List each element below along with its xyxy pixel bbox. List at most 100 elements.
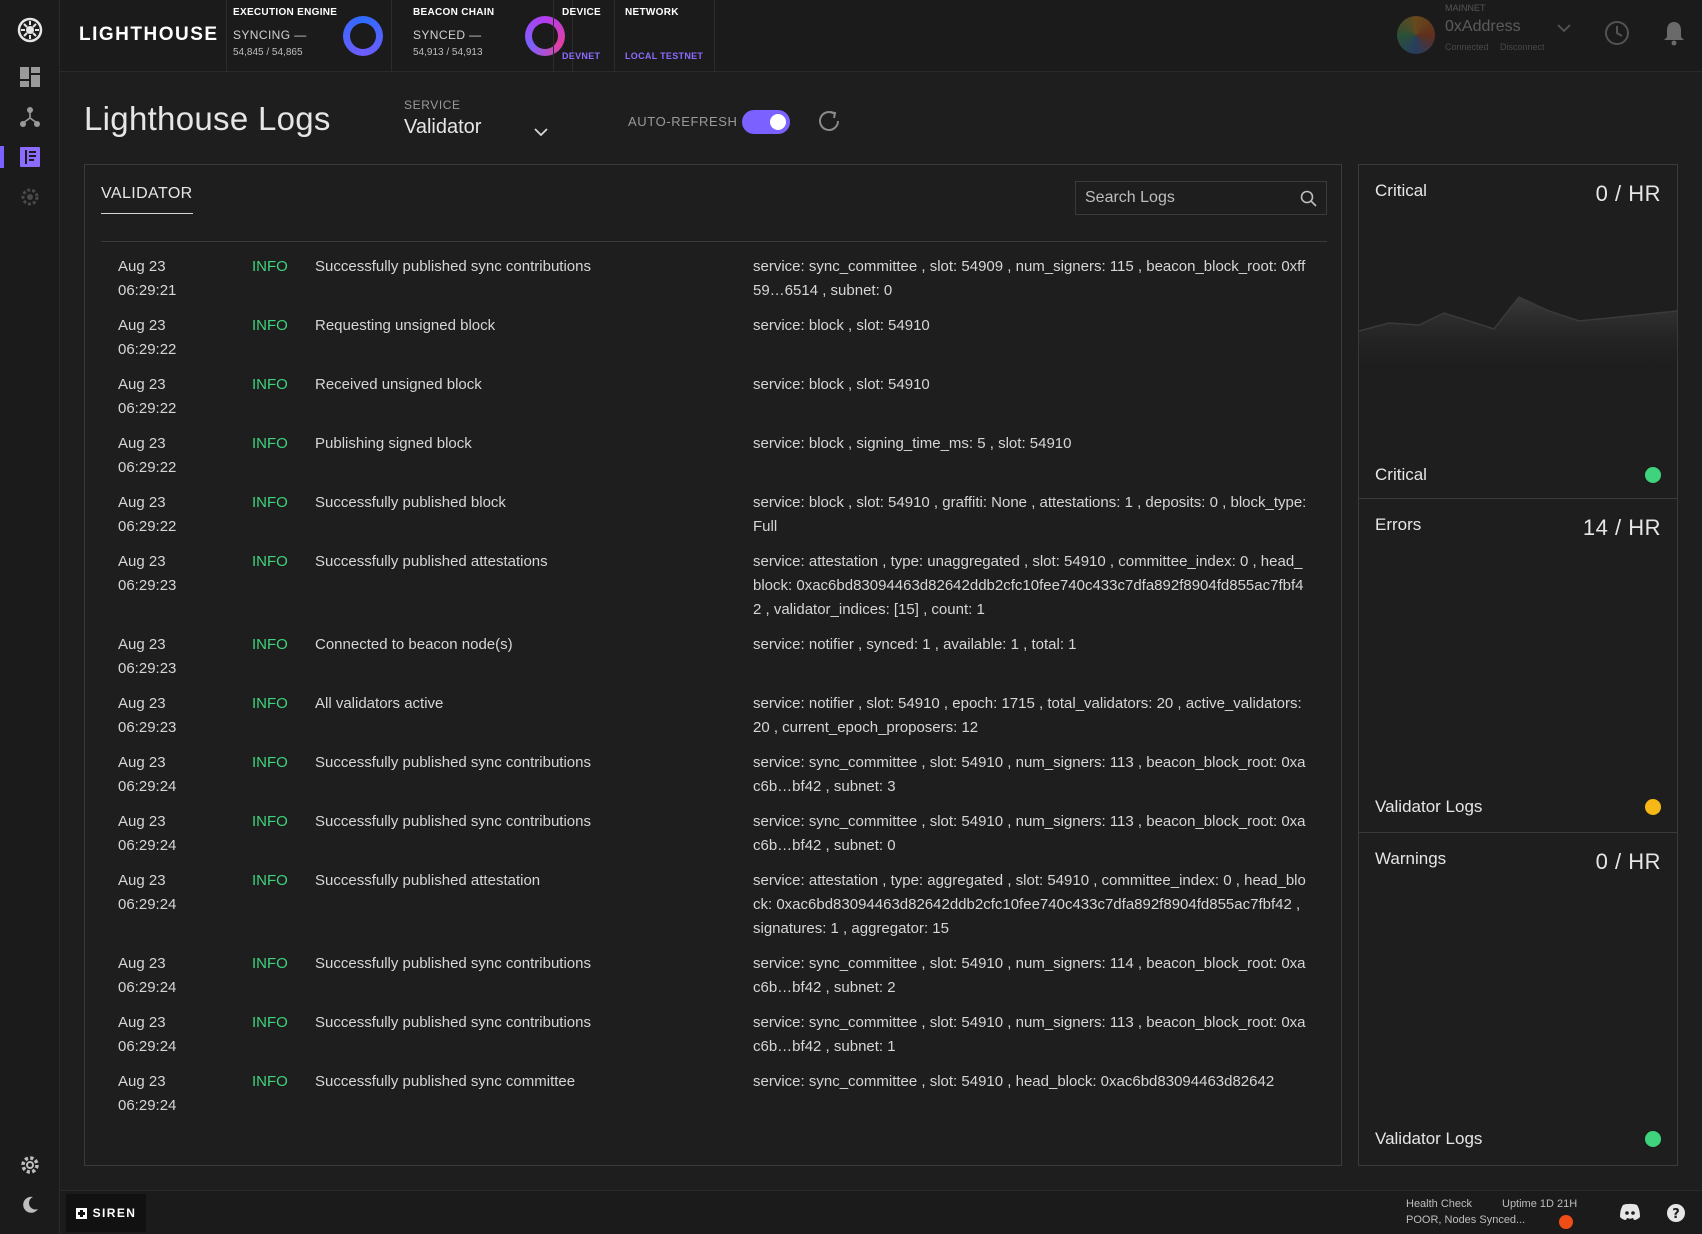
discord-icon[interactable] bbox=[1619, 1203, 1641, 1226]
auto-refresh-toggle[interactable] bbox=[742, 110, 790, 134]
device-title: DEVICE bbox=[562, 7, 602, 18]
log-row[interactable]: Aug 23 06:29:24 INFO Successfully published… bbox=[85, 869, 1341, 952]
refresh-icon[interactable] bbox=[815, 107, 843, 140]
log-level: INFO bbox=[252, 494, 288, 511]
log-data: service: notifier , synced: 1 , availabl… bbox=[753, 636, 1077, 653]
log-list[interactable]: Aug 23 06:29:21 INFO Successfully published… bbox=[85, 255, 1341, 1165]
chevron-down-icon[interactable] bbox=[1557, 20, 1571, 38]
log-row[interactable]: Aug 23 06:29:24 INFO Successfully published… bbox=[85, 751, 1341, 810]
network-link[interactable]: LOCAL TESTNET bbox=[625, 51, 703, 61]
history-clock-icon[interactable] bbox=[1604, 20, 1630, 51]
log-message: Connected to beacon node(s) bbox=[315, 636, 513, 653]
log-date-day: Aug 23 bbox=[118, 695, 166, 712]
log-date: Aug 23 06:29:22 bbox=[118, 432, 252, 480]
log-message: Successfully published sync contribution… bbox=[315, 813, 591, 830]
svg-text:?: ? bbox=[1672, 1207, 1680, 1222]
stat-rate: 0 / HR bbox=[1595, 849, 1661, 874]
device-link[interactable]: DEVNET bbox=[562, 51, 600, 61]
log-row[interactable]: Aug 23 06:29:23 INFO Successfully published… bbox=[85, 550, 1341, 633]
log-time: 06:29:22 bbox=[118, 518, 177, 535]
search-input[interactable] bbox=[1076, 182, 1296, 214]
stat-title: Warnings bbox=[1375, 849, 1447, 868]
stat-rate: 0 / HR bbox=[1595, 181, 1661, 206]
log-row[interactable]: Aug 23 06:29:22 INFO Publishing signed bloc… bbox=[85, 432, 1341, 491]
log-date: Aug 23 06:29:22 bbox=[118, 314, 252, 362]
siren-label: SIREN bbox=[92, 1206, 137, 1220]
execution-engine-status[interactable]: EXECUTION ENGINE SYNCING — 54,845 / 54,8… bbox=[226, 0, 392, 72]
log-time: 06:29:22 bbox=[118, 459, 177, 476]
dashboard-icon[interactable] bbox=[0, 57, 60, 97]
log-date-day: Aug 23 bbox=[118, 376, 166, 393]
toggle-knob bbox=[770, 114, 786, 130]
log-date-day: Aug 23 bbox=[118, 1014, 166, 1031]
log-data: service: attestation , type: unaggregate… bbox=[753, 553, 1304, 618]
device-card[interactable]: DEVICE DEVNET bbox=[553, 0, 615, 72]
network-card[interactable]: NETWORK LOCAL TESTNET bbox=[615, 0, 715, 72]
log-level: INFO bbox=[252, 435, 288, 452]
log-date: Aug 23 06:29:22 bbox=[118, 373, 252, 421]
wallet-connector[interactable]: MAINNET 0xAddress Connected Disconnect bbox=[1397, 0, 1627, 72]
stat-status-dot bbox=[1645, 1131, 1661, 1147]
wallet-disconnect[interactable]: Disconnect bbox=[1500, 42, 1545, 52]
validators-icon[interactable] bbox=[0, 97, 60, 137]
log-message: Successfully published attestations bbox=[315, 553, 548, 570]
execution-count: 54,845 / 54,865 bbox=[233, 47, 303, 58]
stat-footer: Validator Logs bbox=[1375, 797, 1483, 816]
log-level: INFO bbox=[252, 317, 288, 334]
log-message: Successfully published sync contribution… bbox=[315, 754, 591, 771]
log-row[interactable]: Aug 23 06:29:21 INFO Successfully published… bbox=[85, 255, 1341, 314]
auto-refresh-label: AUTO-REFRESH bbox=[628, 114, 738, 129]
log-message: Received unsigned block bbox=[315, 376, 482, 393]
log-level: INFO bbox=[252, 1014, 288, 1031]
log-time: 06:29:24 bbox=[118, 778, 177, 795]
log-date: Aug 23 06:29:23 bbox=[118, 550, 252, 622]
log-date: Aug 23 06:29:21 bbox=[118, 255, 252, 303]
log-time: 06:29:23 bbox=[118, 719, 177, 736]
log-message: Successfully published sync contribution… bbox=[315, 955, 591, 972]
log-row[interactable]: Aug 23 06:29:23 INFO Connected to beacon no… bbox=[85, 633, 1341, 692]
log-row[interactable]: Aug 23 06:29:24 INFO Successfully published… bbox=[85, 1070, 1341, 1129]
search-box[interactable] bbox=[1075, 181, 1327, 215]
log-row[interactable]: Aug 23 06:29:24 INFO Successfully published… bbox=[85, 1011, 1341, 1070]
search-icon[interactable] bbox=[1300, 190, 1317, 212]
chevron-down-icon bbox=[534, 124, 548, 142]
log-level: INFO bbox=[252, 553, 288, 570]
stat-status-dot bbox=[1645, 467, 1661, 483]
wallet-network: MAINNET bbox=[1445, 3, 1486, 13]
logs-icon[interactable] bbox=[0, 137, 60, 177]
log-level: INFO bbox=[252, 1073, 288, 1090]
log-row[interactable]: Aug 23 06:29:22 INFO Successfully published… bbox=[85, 491, 1341, 550]
uptime: Uptime 1D 21H bbox=[1502, 1198, 1578, 1210]
siren-logo-icon[interactable] bbox=[0, 6, 60, 54]
settings-icon[interactable] bbox=[0, 1145, 60, 1185]
help-icon[interactable]: ? bbox=[1666, 1203, 1686, 1228]
log-row[interactable]: Aug 23 06:29:24 INFO Successfully published… bbox=[85, 952, 1341, 1011]
log-row[interactable]: Aug 23 06:29:24 INFO Successfully published… bbox=[85, 810, 1341, 869]
wallet-connected[interactable]: Connected bbox=[1445, 42, 1489, 52]
log-row[interactable]: Aug 23 06:29:22 INFO Received unsigned bloc… bbox=[85, 373, 1341, 432]
service-selected-value: Validator bbox=[404, 116, 482, 138]
service-label: SERVICE bbox=[404, 98, 461, 112]
log-time: 06:29:24 bbox=[118, 896, 177, 913]
log-data: service: block , slot: 54910 bbox=[753, 317, 930, 334]
service-select[interactable]: Validator bbox=[404, 116, 548, 146]
footer-bar: SIREN Health Check POOR, Nodes Synced...… bbox=[60, 1190, 1702, 1234]
log-data: service: sync_committee , slot: 54910 , … bbox=[753, 754, 1306, 795]
log-level: INFO bbox=[252, 872, 288, 889]
log-message: Successfully published attestation bbox=[315, 872, 541, 889]
log-data: service: attestation , type: aggregated … bbox=[753, 872, 1306, 937]
log-row[interactable]: Aug 23 06:29:23 INFO All validators active s… bbox=[85, 692, 1341, 751]
log-level: INFO bbox=[252, 695, 288, 712]
bell-icon[interactable] bbox=[1663, 20, 1685, 51]
beacon-chain-status[interactable]: BEACON CHAIN SYNCED — 54,913 / 54,913 bbox=[407, 0, 573, 72]
siren-logo-icon bbox=[75, 1207, 87, 1219]
log-date: Aug 23 06:29:23 bbox=[118, 633, 252, 681]
tab-validator[interactable]: VALIDATOR bbox=[101, 185, 193, 214]
log-row[interactable]: Aug 23 06:29:22 INFO Requesting unsigned bl… bbox=[85, 314, 1341, 373]
log-level: INFO bbox=[252, 258, 288, 275]
moon-icon[interactable] bbox=[0, 1185, 60, 1225]
siren-button[interactable]: SIREN bbox=[66, 1194, 146, 1232]
settings-gear-icon[interactable] bbox=[0, 177, 60, 217]
log-level: INFO bbox=[252, 813, 288, 830]
log-data: service: sync_committee , slot: 54910 , … bbox=[753, 955, 1306, 996]
